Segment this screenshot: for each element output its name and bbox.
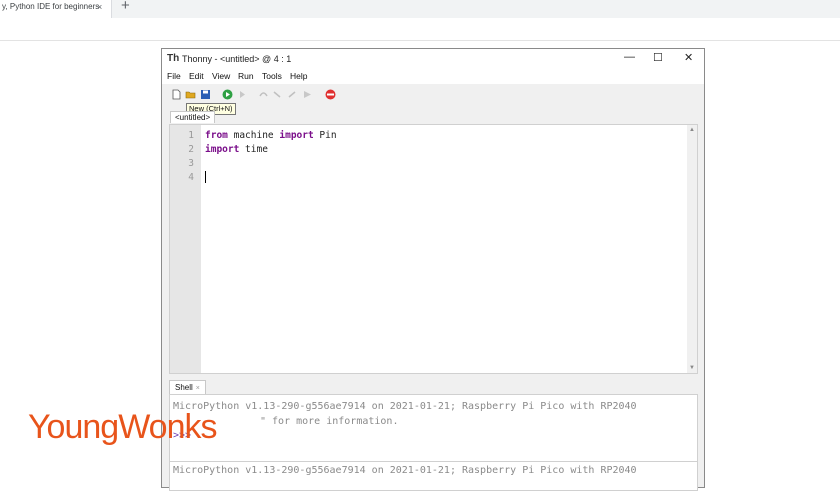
scroll-up-icon[interactable]: ▲ — [689, 127, 695, 133]
browser-tab[interactable]: y, Python IDE for beginners × — [0, 0, 112, 18]
shell-tab-label: Shell — [175, 383, 193, 392]
step-over-icon[interactable] — [258, 89, 269, 100]
minimize-button[interactable]: — — [624, 51, 635, 63]
title-bar: Th Thonny - <untitled> @ 4 : 1 — ☐ ✕ — [162, 49, 704, 69]
shell-output-line: MicroPython v1.13-290-g556ae7914 on 2021… — [173, 401, 637, 412]
save-icon[interactable] — [200, 89, 211, 100]
text-cursor — [205, 171, 206, 183]
maximize-button[interactable]: ☐ — [653, 51, 663, 64]
line-number: 1 — [188, 130, 194, 141]
new-file-icon[interactable] — [171, 89, 182, 100]
shell-output-line: " for more information. — [260, 416, 399, 427]
code-line: import time — [205, 144, 268, 155]
browser-toolbar — [0, 18, 840, 41]
run-icon[interactable] — [222, 89, 233, 100]
stop-icon[interactable] — [325, 89, 336, 100]
thonny-window: Th Thonny - <untitled> @ 4 : 1 — ☐ ✕ Fil… — [161, 48, 706, 491]
scroll-down-icon[interactable]: ▼ — [689, 365, 695, 371]
debug-icon[interactable] — [237, 89, 248, 100]
menu-run[interactable]: Run — [238, 71, 254, 81]
menu-bar: File Edit View Run Tools Help — [162, 69, 704, 84]
close-icon[interactable]: × — [196, 385, 200, 392]
step-into-icon[interactable] — [272, 89, 283, 100]
line-number: 4 — [188, 172, 194, 183]
line-number: 3 — [188, 158, 194, 169]
menu-edit[interactable]: Edit — [189, 71, 204, 81]
line-number-gutter: 1 2 3 4 — [170, 125, 201, 373]
shell-panel[interactable]: MicroPython v1.13-290-g556ae7914 on 2021… — [169, 394, 698, 491]
resume-icon[interactable] — [302, 89, 313, 100]
close-button[interactable]: ✕ — [684, 51, 693, 64]
code-editor[interactable]: 1 2 3 4 from machine import Pin import t… — [169, 124, 698, 374]
line-number: 2 — [188, 144, 194, 155]
editor-scrollbar[interactable]: ▲ ▼ — [687, 125, 697, 373]
toolbar — [162, 86, 706, 106]
editor-tab[interactable]: <untitled> — [170, 111, 216, 123]
shell-divider — [170, 461, 697, 462]
youngwonks-logo: YoungWonks — [28, 408, 217, 446]
browser-tab-title: y, Python IDE for beginners — [2, 2, 100, 11]
close-icon[interactable]: × — [97, 0, 102, 14]
step-out-icon[interactable] — [287, 89, 298, 100]
open-folder-icon[interactable] — [185, 89, 196, 100]
editor-tab-label: <untitled> — [175, 113, 211, 122]
new-tab-button[interactable]: + — [121, 0, 130, 14]
browser-tab-strip: y, Python IDE for beginners × + — [0, 0, 840, 18]
menu-view[interactable]: View — [212, 71, 230, 81]
code-line: from machine import Pin — [205, 130, 337, 141]
menu-tools[interactable]: Tools — [262, 71, 282, 81]
shell-output-line: MicroPython v1.13-290-g556ae7914 on 2021… — [173, 465, 637, 476]
menu-help[interactable]: Help — [290, 71, 307, 81]
window-title: Thonny - <untitled> @ 4 : 1 — [182, 54, 292, 64]
thonny-app-icon: Th — [167, 53, 180, 64]
menu-file[interactable]: File — [167, 71, 181, 81]
shell-tab[interactable]: Shell × — [169, 380, 206, 394]
